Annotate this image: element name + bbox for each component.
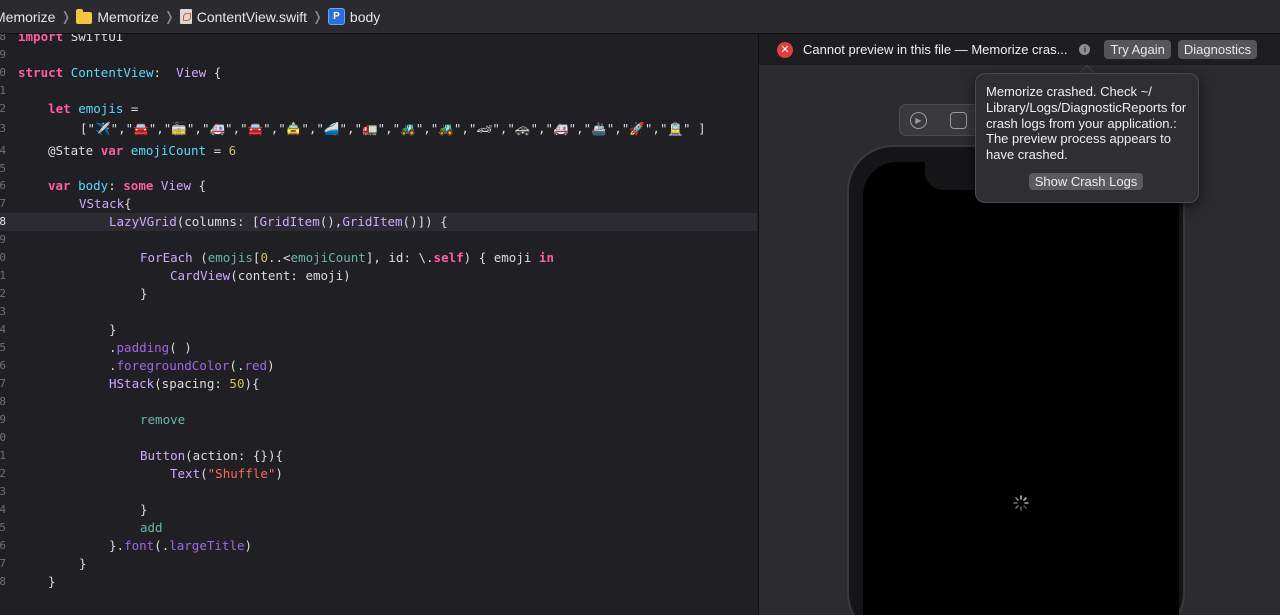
emoji-array: ["✈️","🚘","🚋","🚑","🚘","🚖","🚄","🚛","🚜","🚜…	[80, 121, 706, 136]
code-line[interactable]: 4 @State var emojiCount = 6	[0, 142, 757, 160]
remove-identifier: remove	[140, 412, 186, 427]
breadcrumb-separator: ❭	[60, 8, 72, 24]
add-identifier: add	[140, 520, 163, 535]
error-icon: ✕	[777, 41, 793, 58]
code-line[interactable]: 0	[0, 429, 757, 447]
code-line[interactable]: 4}	[0, 321, 757, 339]
code-line[interactable]: 8 import SwiftUI	[0, 34, 757, 46]
code-line[interactable]: 3	[0, 303, 757, 321]
code-line[interactable]: 6 var body: some View {	[0, 177, 757, 195]
keyword-import: import	[18, 34, 64, 44]
breadcrumb-separator: ❭	[312, 8, 323, 24]
code-line[interactable]: 1 CardView(content: emoji)	[0, 267, 757, 285]
breadcrumb-separator: ❭	[163, 8, 175, 24]
code-line[interactable]: 9	[0, 46, 757, 64]
current-code-line[interactable]: 8 LazyVGrid(columns: [GridItem(),GridItem…	[0, 213, 757, 231]
live-preview-icon[interactable]: ▶	[910, 112, 927, 129]
crash-popover-message: Memorize crashed. Check ~/ Library/Logs/…	[986, 84, 1187, 163]
code-line[interactable]: 7 VStack{	[0, 195, 757, 213]
code-line[interactable]: 7}	[0, 555, 757, 573]
code-line[interactable]: 2 Text("Shuffle")	[0, 465, 757, 483]
breadcrumb-group[interactable]: Memorize	[76, 8, 159, 25]
info-icon[interactable]: i	[1079, 44, 1091, 55]
code-line[interactable]: 8}	[0, 573, 757, 591]
show-crash-logs-button[interactable]: Show Crash Logs	[1029, 173, 1143, 190]
property-icon: P	[327, 8, 345, 25]
diagnostics-button[interactable]: Diagnostics	[1177, 40, 1258, 59]
preview-error-message: Cannot preview in this file — Memorize c…	[803, 42, 1068, 57]
code-line[interactable]: 7 HStack(spacing: 50){	[0, 375, 757, 393]
code-line[interactable]: 2}	[0, 285, 757, 303]
breadcrumb-file[interactable]: ContentView.swift	[179, 9, 307, 25]
code-line[interactable]: 5 add	[0, 519, 757, 537]
device-preview-icon[interactable]	[950, 112, 967, 129]
code-line[interactable]: 1	[0, 82, 757, 100]
folder-icon	[76, 8, 93, 24]
code-line[interactable]: 9	[0, 231, 757, 249]
code-line[interactable]: 2 let emojis =	[0, 100, 757, 118]
code-line[interactable]: 3	[0, 483, 757, 501]
code-editor[interactable]: 8 import SwiftUI 9 0 struct ContentView: V…	[0, 34, 757, 615]
swift-file-icon	[179, 9, 192, 24]
code-line[interactable]: 1 Button(action: {}){	[0, 447, 757, 465]
device-screen	[863, 162, 1179, 615]
breadcrumb-symbol[interactable]: P body	[327, 8, 380, 25]
code-line[interactable]: 5 .padding( )	[0, 339, 757, 357]
loading-spinner-icon	[1013, 495, 1029, 511]
code-line[interactable]: 6}.font(.largeTitle)	[0, 537, 757, 555]
code-line[interactable]: 0 struct ContentView: View {	[0, 64, 757, 82]
code-line[interactable]: 0 ForEach (emojis[0..<emojiCount], id: \.…	[0, 249, 757, 267]
preview-status-bar: ✕ Cannot preview in this file — Memorize…	[759, 34, 1280, 65]
crash-popover: Memorize crashed. Check ~/ Library/Logs/…	[975, 73, 1199, 203]
code-line[interactable]: 6 .foregroundColor(.red)	[0, 357, 757, 375]
code-line[interactable]: 4}	[0, 501, 757, 519]
code-line[interactable]: 3 ["✈️","🚘","🚋","🚑","🚘","🚖","🚄","🚛","🚜","…	[0, 120, 757, 138]
try-again-button[interactable]: Try Again	[1104, 40, 1171, 59]
code-line[interactable]: 5	[0, 160, 757, 178]
code-line[interactable]: 9 remove	[0, 411, 757, 429]
module-name: SwiftUI	[70, 34, 124, 44]
breadcrumb: Memorize ❭ Memorize ❭ ContentView.swift …	[0, 0, 1280, 34]
breadcrumb-project[interactable]: Memorize	[0, 9, 55, 25]
code-line[interactable]: 8	[0, 393, 757, 411]
